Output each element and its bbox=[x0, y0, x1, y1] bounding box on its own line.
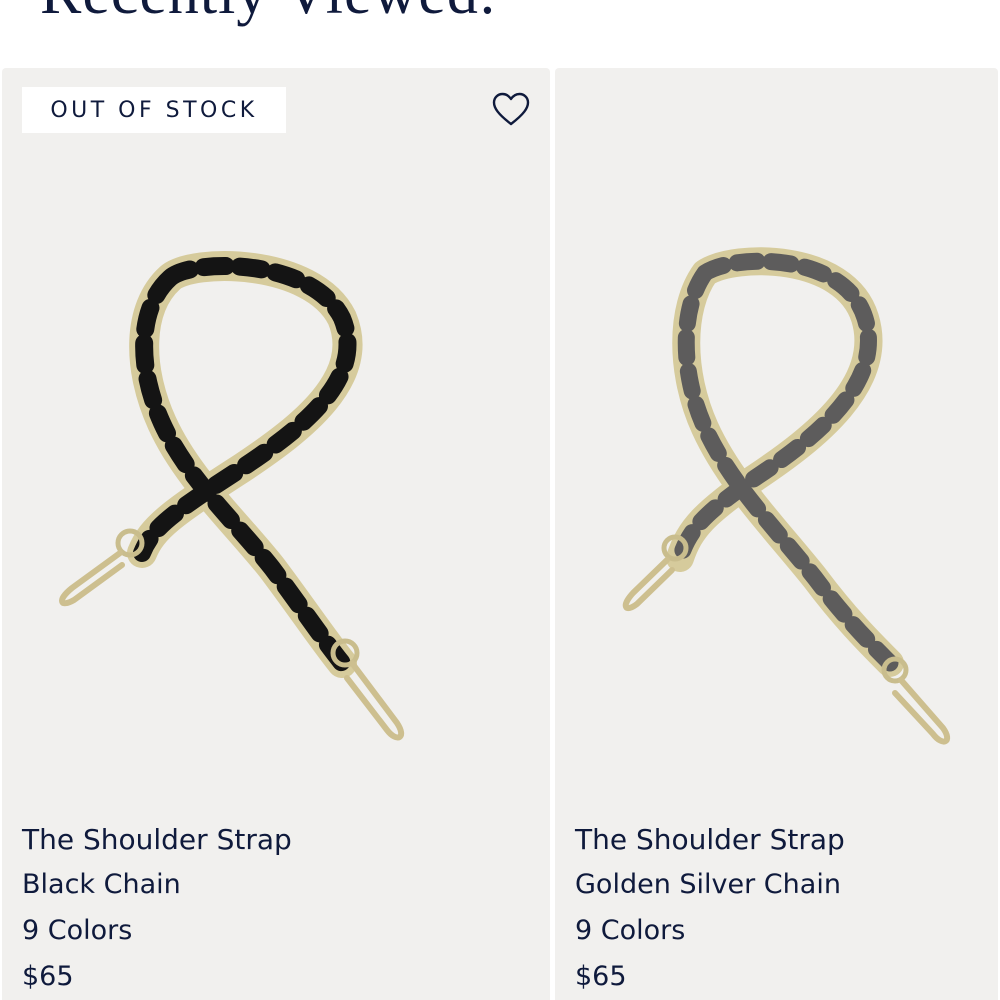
product-variant: Golden Silver Chain bbox=[575, 869, 841, 900]
product-variant: Black Chain bbox=[22, 869, 181, 900]
product-card-black-chain[interactable]: OUT OF STOCK The Shoulder Strap Black Ch… bbox=[2, 68, 550, 1000]
product-image-golden-silver-chain[interactable] bbox=[555, 168, 998, 768]
out-of-stock-badge: OUT OF STOCK bbox=[22, 87, 286, 133]
section-title: Recently Viewed: bbox=[40, 0, 497, 29]
wishlist-heart-icon[interactable] bbox=[492, 92, 530, 128]
product-image-black-chain[interactable] bbox=[2, 168, 550, 768]
product-card-golden-silver-chain[interactable]: The Shoulder Strap Golden Silver Chain 9… bbox=[555, 68, 998, 1000]
product-price: $65 bbox=[22, 961, 74, 992]
product-color-count: 9 Colors bbox=[22, 915, 133, 946]
product-price: $65 bbox=[575, 961, 627, 992]
product-title[interactable]: The Shoulder Strap bbox=[575, 823, 845, 856]
product-title[interactable]: The Shoulder Strap bbox=[22, 823, 292, 856]
product-color-count: 9 Colors bbox=[575, 915, 686, 946]
